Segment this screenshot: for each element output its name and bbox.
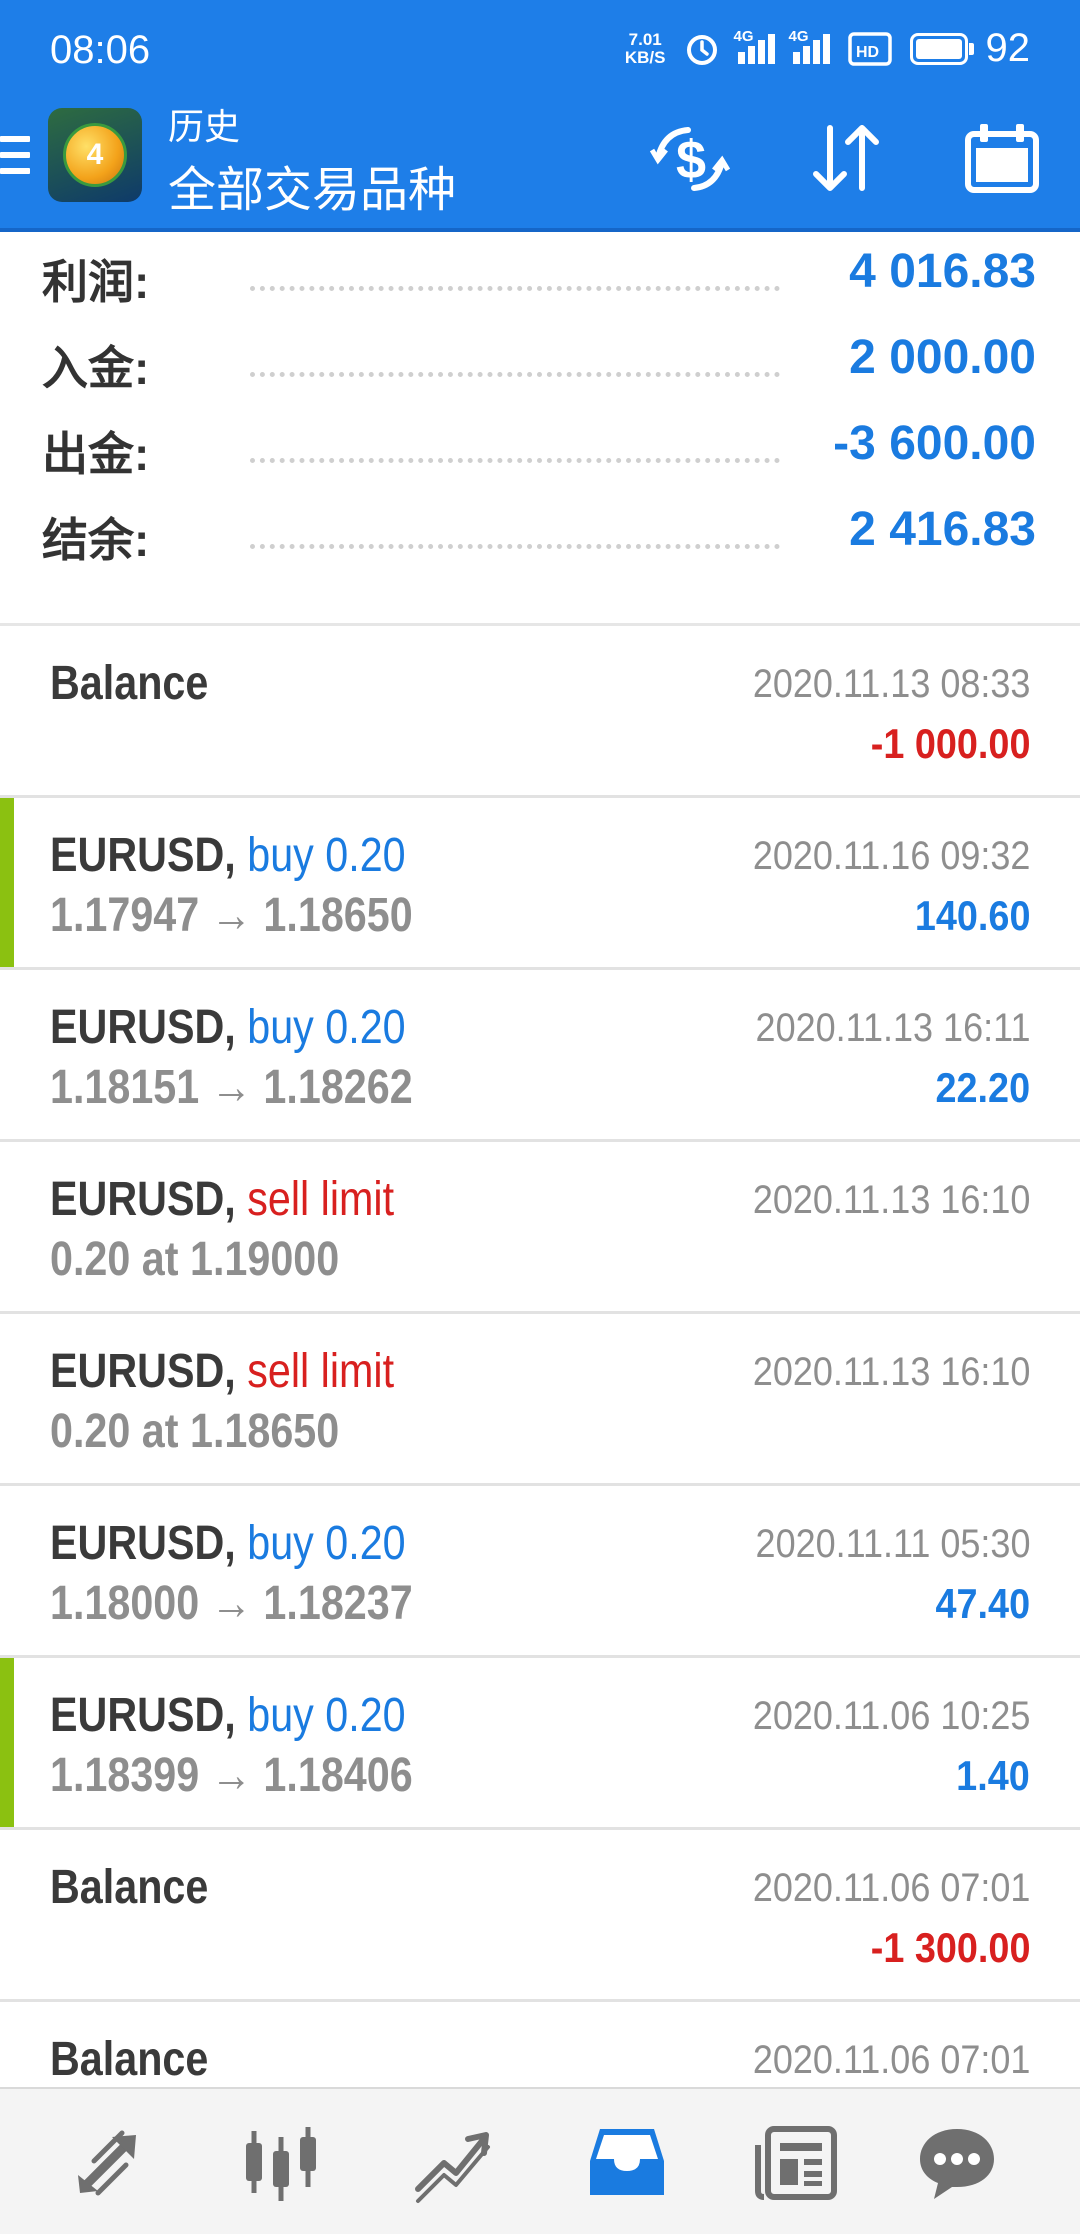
messages-icon[interactable] xyxy=(912,2117,1002,2207)
list-item[interactable]: Balance 2020.11.06 07:01 -1 300.00 xyxy=(0,1830,1080,2002)
network-speed: 7.01 KB/S xyxy=(624,29,666,67)
list-item[interactable]: EURUSD, sell limit 0.20 at 1.19000 2020.… xyxy=(0,1142,1080,1314)
deal-prices: 1.18151 → 1.18262 xyxy=(50,1061,413,1114)
status-time: 08:06 xyxy=(50,28,151,72)
deal-prices: 1.18000 → 1.18237 xyxy=(50,1577,413,1630)
win-marker xyxy=(0,798,14,967)
deal-symbol: EURUSD, xyxy=(50,1173,236,1226)
deal-symbol: EURUSD, xyxy=(50,829,236,882)
trade-icon[interactable] xyxy=(408,2117,498,2207)
summary-label: 入金: xyxy=(42,342,150,394)
deal-prices: 1.17947 → 1.18650 xyxy=(50,889,413,942)
summary-value: 2 000.00 xyxy=(849,331,1036,384)
deal-time: 2020.11.13 08:33 xyxy=(752,662,1030,706)
summary-label: 出金: xyxy=(42,428,150,480)
calendar-icon[interactable] xyxy=(962,118,1042,198)
deal-time: 2020.11.06 10:25 xyxy=(752,1694,1030,1738)
summary-value: 4 016.83 xyxy=(849,245,1036,298)
hd-volte-icon: HD xyxy=(847,31,892,66)
svg-text:HD: HD xyxy=(856,44,879,61)
deal-action: buy 0.20 xyxy=(247,1517,406,1570)
deal-prices: 1.18399 → 1.18406 xyxy=(50,1749,413,1802)
deal-profit: 1.40 xyxy=(956,1752,1030,1799)
signal-icon: 4G xyxy=(789,28,830,64)
summary-row-deposit: 入金: 2 000.00 xyxy=(0,318,1080,404)
page-title: 历史 xyxy=(168,106,241,147)
list-item[interactable]: EURUSD, sell limit 0.20 at 1.18650 2020.… xyxy=(0,1314,1080,1486)
summary-value: 2 416.83 xyxy=(849,503,1036,556)
deals-list: Balance 2020.11.13 08:33 -1 000.00 EURUS… xyxy=(0,626,1080,2174)
deal-action: sell limit xyxy=(247,1173,395,1226)
alarm-icon xyxy=(686,34,717,65)
deal-time: 2020.11.06 07:01 xyxy=(752,2038,1030,2082)
deal-symbol: Balance xyxy=(50,2033,209,2086)
deal-time: 2020.11.16 09:32 xyxy=(752,834,1030,878)
deal-prices: 0.20 at 1.18650 xyxy=(50,1405,340,1458)
deal-symbol: EURUSD, xyxy=(50,1689,236,1742)
list-item[interactable]: EURUSD, buy 0.20 1.18151 → 1.18262 2020.… xyxy=(0,970,1080,1142)
summary-row-balance: 结余: 2 416.83 xyxy=(0,490,1080,576)
dot-leader xyxy=(250,458,780,463)
deal-action: buy 0.20 xyxy=(247,829,406,882)
win-marker xyxy=(0,1658,14,1827)
list-item[interactable]: EURUSD, buy 0.20 1.17947 → 1.18650 2020.… xyxy=(0,798,1080,970)
list-item[interactable]: EURUSD, buy 0.20 1.18000 → 1.18237 2020.… xyxy=(0,1486,1080,1658)
list-item[interactable]: EURUSD, buy 0.20 1.18399 → 1.18406 2020.… xyxy=(0,1658,1080,1830)
deal-symbol: EURUSD, xyxy=(50,1517,236,1570)
deal-symbol: Balance xyxy=(50,657,209,710)
summary-label: 利润: xyxy=(42,256,150,308)
battery-icon xyxy=(909,32,974,65)
summary-row-profit: 利润: 4 016.83 xyxy=(0,232,1080,318)
summary-panel: 利润: 4 016.83 入金: 2 000.00 出金: -3 600.00 … xyxy=(0,232,1080,576)
deal-symbol: EURUSD, xyxy=(50,1001,236,1054)
deal-action: buy 0.20 xyxy=(247,1689,406,1742)
menu-icon[interactable] xyxy=(0,136,30,180)
sort-icon[interactable] xyxy=(806,118,886,198)
deal-profit: 140.60 xyxy=(914,892,1030,939)
status-bar: 08:06 7.01 KB/S 4G 4G HD 92 xyxy=(0,0,1080,92)
app-bar: 4 历史 全部交易品种 $ xyxy=(0,92,1080,232)
dot-leader xyxy=(250,544,780,549)
deal-time: 2020.11.13 16:10 xyxy=(752,1350,1030,1394)
battery-level: 92 xyxy=(985,26,1031,70)
deal-symbol: Balance xyxy=(50,1861,209,1914)
symbol-filter[interactable]: 全部交易品种 xyxy=(168,150,456,220)
deal-profit: -1 000.00 xyxy=(870,720,1030,767)
deal-prices: 0.20 at 1.19000 xyxy=(50,1233,340,1286)
signal-icon: 4G xyxy=(734,28,775,64)
history-icon[interactable] xyxy=(582,2117,672,2207)
deal-time: 2020.11.06 07:01 xyxy=(752,1866,1030,1910)
deal-profit: -1 300.00 xyxy=(870,1924,1030,1971)
deal-profit: 22.20 xyxy=(935,1064,1030,1111)
status-icons: 7.01 KB/S 4G 4G HD 92 xyxy=(625,26,1030,71)
quotes-icon[interactable] xyxy=(64,2117,154,2207)
list-item[interactable]: Balance 2020.11.13 08:33 -1 000.00 xyxy=(0,626,1080,798)
app-logo[interactable]: 4 xyxy=(48,108,142,202)
deal-time: 2020.11.13 16:11 xyxy=(755,1006,1030,1050)
currency-exchange-icon[interactable]: $ xyxy=(650,118,730,198)
deal-time: 2020.11.13 16:10 xyxy=(752,1178,1030,1222)
chart-icon[interactable] xyxy=(236,2117,326,2207)
summary-value: -3 600.00 xyxy=(833,417,1036,470)
dot-leader xyxy=(250,286,780,291)
deal-profit: 47.40 xyxy=(935,1580,1030,1627)
deal-time: 2020.11.11 05:30 xyxy=(755,1522,1030,1566)
deal-symbol: EURUSD, xyxy=(50,1345,236,1398)
bottom-nav xyxy=(0,2087,1080,2234)
deal-action: sell limit xyxy=(247,1345,395,1398)
summary-row-withdrawal: 出金: -3 600.00 xyxy=(0,404,1080,490)
news-icon[interactable] xyxy=(754,2117,844,2207)
deal-action: buy 0.20 xyxy=(247,1001,406,1054)
summary-label: 结余: xyxy=(42,514,150,566)
dot-leader xyxy=(250,372,780,377)
svg-text:$: $ xyxy=(676,130,706,190)
